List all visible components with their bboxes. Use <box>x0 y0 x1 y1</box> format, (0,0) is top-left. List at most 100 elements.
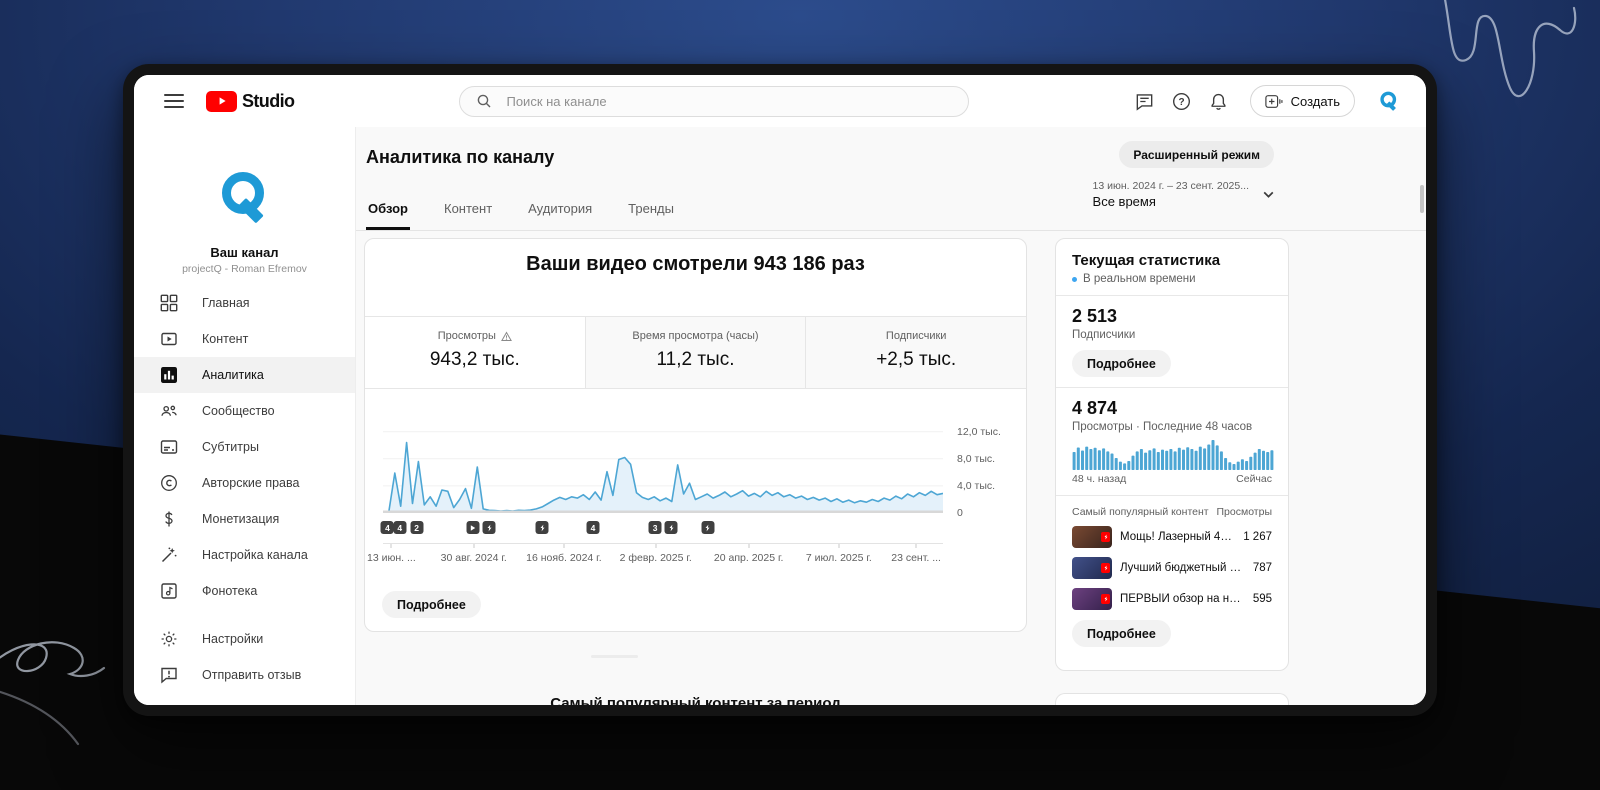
sidebar-item-analitika[interactable]: Аналитика <box>134 357 355 393</box>
x-axis-tick <box>916 544 917 548</box>
realtime-axis-left: 48 ч. назад <box>1072 473 1126 485</box>
metric-value: 11,2 тыс. <box>586 349 806 371</box>
chart-marker-shorts-icon[interactable] <box>536 521 549 534</box>
video-title: ПЕРВЫЙ обзор на новый ... <box>1120 593 1245 605</box>
chart-marker-count[interactable]: 2 <box>410 521 423 534</box>
scrollbar-thumb[interactable] <box>1420 185 1424 213</box>
sidebar-item-otpravit-otzyv[interactable]: Отправить отзыв <box>134 657 355 693</box>
video-views: 787 <box>1253 562 1272 574</box>
warning-icon <box>501 331 512 342</box>
advanced-mode-button[interactable]: Расширенный режим <box>1119 141 1274 168</box>
realtime-axis-right: Сейчас <box>1236 473 1272 485</box>
channel-logo[interactable] <box>213 165 277 229</box>
chart-x-axis: 13 июн. ...30 авг. 2024 г.16 нояб. 2024 … <box>383 543 943 567</box>
sidebar-item-soobshchestvo[interactable]: Сообщество <box>134 393 355 429</box>
tab-4[interactable]: Тренды <box>626 201 676 230</box>
x-axis-tick <box>391 544 392 548</box>
divider <box>1056 387 1288 388</box>
sidebar-item-label: Авторские права <box>202 476 299 490</box>
create-button[interactable]: Создать <box>1250 85 1355 117</box>
analytics-icon <box>160 366 178 384</box>
next-section-title: Самый популярный контент за период <box>364 695 1027 705</box>
chart-marker-play-icon[interactable] <box>466 521 479 534</box>
youtube-studio-logo[interactable]: Studio <box>206 91 294 112</box>
x-axis-label: 23 сент. ... <box>891 552 941 564</box>
metric-tab-3[interactable]: Подписчики+2,5 тыс. <box>805 317 1026 388</box>
chart-marker-count[interactable]: 4 <box>381 521 394 534</box>
video-title: Мощь! Лазерный 4К пр... <box>1120 531 1235 543</box>
chart-marker-shorts-icon[interactable] <box>665 521 678 534</box>
brand-name: Studio <box>242 91 294 112</box>
customization-icon <box>160 546 178 564</box>
date-range-picker[interactable]: 13 июн. 2024 г. – 23 сент. 2025... Все в… <box>1093 180 1276 209</box>
section-divider <box>591 655 638 658</box>
sidebar-item-glavnaya[interactable]: Главная <box>134 285 355 321</box>
tab-2[interactable]: Контент <box>442 201 494 230</box>
chart-marker-shorts-icon[interactable] <box>483 521 496 534</box>
sidebar-item-kontent[interactable]: Контент <box>134 321 355 357</box>
overview-details-button[interactable]: Подробнее <box>382 591 481 618</box>
y-axis-label: 12,0 тыс. <box>957 426 1011 438</box>
sidebar-item-monetizatsiya[interactable]: Монетизация <box>134 501 355 537</box>
metric-tab-1[interactable]: Просмотры 943,2 тыс. <box>365 317 585 388</box>
x-axis-label: 16 нояб. 2024 г. <box>526 552 602 564</box>
realtime-views-details-button[interactable]: Подробнее <box>1072 620 1171 647</box>
metric-value: 943,2 тыс. <box>365 349 585 371</box>
sidebar: Ваш канал projectQ - Roman Efremov Главн… <box>134 127 356 705</box>
search-input[interactable] <box>504 93 954 110</box>
sidebar-item-label: Фонотека <box>202 584 257 598</box>
desktop-background: Studio ? <box>0 0 1600 790</box>
x-axis-label: 20 апр. 2025 г. <box>714 552 784 564</box>
sidebar-item-label: Субтитры <box>202 440 259 454</box>
chart-marker-shorts-icon[interactable] <box>701 521 714 534</box>
help-icon[interactable]: ? <box>1172 91 1192 111</box>
menu-hamburger-icon[interactable] <box>164 94 184 108</box>
sidebar-item-label: Контент <box>202 332 248 346</box>
chart-marker-count[interactable]: 3 <box>649 521 662 534</box>
sidebar-item-nastroyka-kanala[interactable]: Настройка канала <box>134 537 355 573</box>
shorts-badge-icon <box>1101 594 1110 604</box>
realtime-title: Текущая статистика <box>1072 252 1272 269</box>
realtime-views-bar-chart <box>1072 440 1272 470</box>
metric-tab-2[interactable]: Время просмотра (часы)11,2 тыс. <box>585 317 806 388</box>
top-content-header: Самый популярный контент <box>1072 506 1209 518</box>
x-axis-tick <box>563 544 564 548</box>
settings-icon <box>160 630 178 648</box>
channel-search-bar[interactable] <box>459 86 969 117</box>
date-preset-label: Все время <box>1093 194 1249 209</box>
sidebar-item-subtitry[interactable]: Субтитры <box>134 429 355 465</box>
sidebar-item-avtorskie-prava[interactable]: Авторские права <box>134 465 355 501</box>
sidebar-menu: Главная Контент АналитикаСообщество Субтитр… <box>134 285 355 693</box>
sidebar-item-label: Монетизация <box>202 512 279 526</box>
chart-marker-count[interactable]: 4 <box>587 521 600 534</box>
chart-video-markers: 44243 <box>383 521 943 535</box>
sidebar-item-label: Настройки <box>202 632 263 646</box>
create-video-icon <box>1265 94 1283 109</box>
x-axis-tick <box>838 544 839 548</box>
tab-1[interactable]: Обзор <box>366 201 410 230</box>
top-content-row[interactable]: Мощь! Лазерный 4К пр...1 267 <box>1072 525 1272 549</box>
sidebar-item-label: Настройка канала <box>202 548 308 562</box>
metric-label: Просмотры <box>365 330 585 342</box>
channel-avatar[interactable] <box>1376 88 1402 114</box>
x-axis-label: 30 авг. 2024 г. <box>441 552 507 564</box>
tab-3[interactable]: Аудитория <box>526 201 594 230</box>
youtube-play-icon <box>206 91 237 112</box>
next-card-partial <box>1055 693 1289 705</box>
analytics-scroll-area: Ваши видео смотрели 943 186 раз Просмотр… <box>356 231 1426 705</box>
shorts-badge-icon <box>1101 532 1110 542</box>
top-content-row[interactable]: ПЕРВЫЙ обзор на новый ...595 <box>1072 587 1272 611</box>
y-axis-label: 0 <box>957 507 1011 519</box>
feedback-bubble-icon[interactable] <box>1135 91 1155 111</box>
realtime-subscribers-details-button[interactable]: Подробнее <box>1072 350 1171 377</box>
copyright-icon <box>160 474 178 492</box>
svg-text:?: ? <box>1179 97 1185 108</box>
chart-marker-count[interactable]: 4 <box>393 521 406 534</box>
sidebar-item-fonoteka[interactable]: Фонотека <box>134 573 355 609</box>
shorts-badge-icon <box>1101 563 1110 573</box>
top-content-row[interactable]: Лучший бюджетный лазе...787 <box>1072 556 1272 580</box>
video-thumbnail <box>1072 557 1112 579</box>
notifications-bell-icon[interactable] <box>1209 91 1229 111</box>
sidebar-item-nastroyki[interactable]: Настройки <box>134 621 355 657</box>
top-content-list: Мощь! Лазерный 4К пр...1 267 Лучший бюдже… <box>1072 525 1272 611</box>
